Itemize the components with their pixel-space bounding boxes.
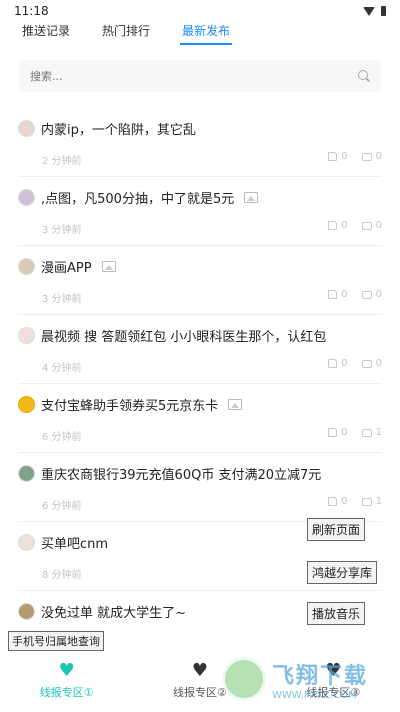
post-item[interactable]: 漫画APP 3 分钟前 0 0 — [18, 246, 382, 315]
comment-icon[interactable] — [361, 428, 372, 437]
avatar — [18, 396, 35, 413]
status-bar: 11:18 — [0, 0, 400, 22]
watermark-text: 飞翔下载 — [272, 663, 369, 689]
search-input[interactable] — [30, 69, 310, 83]
image-icon — [101, 261, 116, 272]
tab-bar: 推送记录 热门排行 最新发布 — [0, 22, 400, 48]
thumbs-up-icon[interactable] — [328, 497, 338, 506]
post-title: 没免过单 就成大学生了~ — [41, 606, 187, 621]
avatar — [18, 534, 35, 551]
thumbs-up-icon[interactable] — [328, 428, 338, 437]
tab-push-records[interactable]: 推送记录 — [22, 22, 70, 45]
post-item[interactable]: 重庆农商银行39元充值60Q币 支付满20立减7元 6 分钟前 0 1 — [18, 453, 382, 522]
comment-count: 1 — [375, 427, 382, 438]
phone-lookup-button[interactable]: 手机号归属地查询 — [8, 631, 104, 651]
comment-count: 0 — [375, 151, 382, 162]
post-stats: 0 0 — [328, 358, 382, 369]
play-music-button[interactable]: 播放音乐 — [307, 602, 366, 625]
avatar — [18, 603, 35, 620]
nav-label: 线报专区② — [173, 686, 227, 699]
like-count: 0 — [341, 151, 348, 162]
thumbs-up-icon[interactable] — [328, 221, 338, 230]
like-count: 0 — [341, 289, 348, 300]
comment-icon[interactable] — [361, 497, 372, 506]
post-time: 3 分钟前 — [42, 225, 82, 236]
comment-count: 0 — [375, 358, 382, 369]
post-stats: 0 0 — [328, 151, 382, 162]
avatar — [18, 327, 35, 344]
post-time: 4 分钟前 — [42, 363, 82, 374]
post-item[interactable]: 晨视频 搜 答题领红包 小小眼科医生那个，认红包 4 分钟前 0 0 — [18, 315, 382, 384]
avatar — [18, 120, 35, 137]
post-time: 2 分钟前 — [42, 156, 82, 167]
post-title: 买单吧cnm — [41, 537, 109, 552]
watermark-logo: 飞翔下载 WWW.FXXZ.COM — [222, 650, 394, 708]
refresh-page-button[interactable]: 刷新页面 — [307, 518, 366, 541]
like-count: 0 — [341, 220, 348, 231]
watermark-url: WWW.FXXZ.COM — [272, 689, 357, 701]
nav-label: 线报专区① — [39, 686, 94, 699]
wifi-icon — [363, 6, 375, 16]
post-item[interactable]: 支付宝蜂助手领券买5元京东卡 6 分钟前 0 1 — [18, 384, 382, 453]
post-time: 3 分钟前 — [42, 294, 82, 305]
thumbs-up-icon[interactable] — [328, 152, 338, 161]
tab-hot-ranking[interactable]: 热门排行 — [102, 22, 150, 45]
comment-count: 0 — [375, 289, 382, 300]
avatar — [18, 189, 35, 206]
image-icon — [244, 192, 259, 203]
post-title: 晨视频 搜 答题领红包 小小眼科医生那个，认红包 — [41, 330, 327, 345]
post-time: 6 分钟前 — [42, 432, 82, 443]
like-count: 0 — [341, 496, 348, 507]
search-icon[interactable] — [358, 70, 370, 82]
heart-icon: ♥ — [58, 660, 75, 681]
comment-count: 1 — [375, 496, 382, 507]
post-title: 漫画APP — [41, 261, 92, 276]
thumbs-up-icon[interactable] — [328, 359, 338, 368]
comment-icon[interactable] — [361, 359, 372, 368]
post-stats: 0 0 — [328, 220, 382, 231]
image-icon — [228, 399, 243, 410]
post-time: 8 分钟前 — [42, 570, 82, 581]
post-stats: 0 1 — [328, 427, 382, 438]
like-count: 0 — [341, 358, 348, 369]
post-stats: 0 1 — [328, 496, 382, 507]
status-time: 11:18 — [14, 4, 49, 18]
post-time: 6 分钟前 — [42, 501, 82, 512]
nav-item-zone-1[interactable]: ♥ 线报专区① — [7, 662, 127, 700]
tab-latest[interactable]: 最新发布 — [180, 22, 233, 45]
thumbs-up-icon[interactable] — [328, 290, 338, 299]
post-title: 内蒙ip，一个陷阱，其它乱 — [41, 123, 196, 138]
battery-icon — [381, 6, 386, 16]
post-item[interactable]: ,点图，凡500分抽，中了就是5元 3 分钟前 0 0 — [18, 177, 382, 246]
status-icons — [363, 6, 386, 16]
avatar — [18, 258, 35, 275]
comment-icon[interactable] — [361, 152, 372, 161]
search-bar — [18, 60, 382, 92]
post-title: 支付宝蜂助手领券买5元京东卡 — [41, 399, 219, 414]
post-title: ,点图，凡500分抽，中了就是5元 — [41, 192, 235, 207]
heart-icon: ♥ — [191, 660, 209, 681]
avatar — [18, 465, 35, 482]
comment-icon[interactable] — [361, 290, 372, 299]
comment-count: 0 — [375, 220, 382, 231]
like-count: 0 — [341, 427, 348, 438]
post-title: 重庆农商银行39元充值60Q币 支付满20立减7元 — [41, 468, 322, 483]
comment-icon[interactable] — [361, 221, 372, 230]
share-library-button[interactable]: 鸿越分享库 — [307, 561, 378, 584]
post-item[interactable]: 内蒙ip，一个陷阱，其它乱 2 分钟前 0 0 — [18, 108, 382, 177]
post-stats: 0 0 — [328, 289, 382, 300]
watermark-icon — [222, 657, 266, 701]
